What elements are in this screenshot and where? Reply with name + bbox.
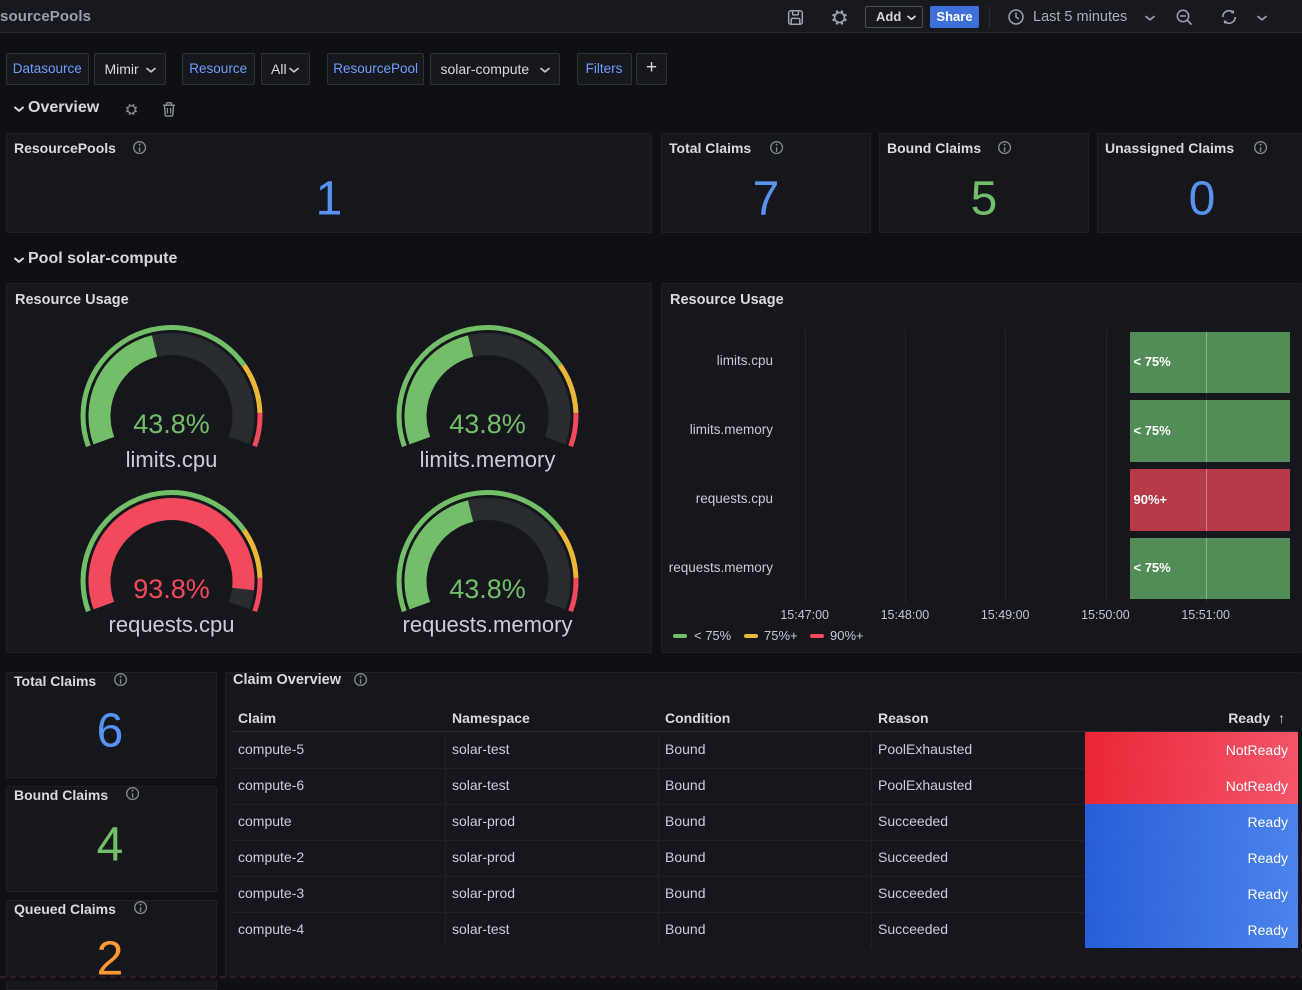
svg-text:requests.memory: requests.memory (403, 612, 573, 637)
svg-text:43.8%: 43.8% (449, 574, 526, 604)
svg-text:43.8%: 43.8% (133, 409, 210, 439)
svg-text:limits.memory: limits.memory (420, 447, 556, 472)
svg-text:93.8%: 93.8% (133, 574, 210, 604)
svg-text:requests.cpu: requests.cpu (109, 612, 235, 637)
svg-text:limits.cpu: limits.cpu (126, 447, 218, 472)
svg-text:43.8%: 43.8% (449, 409, 526, 439)
